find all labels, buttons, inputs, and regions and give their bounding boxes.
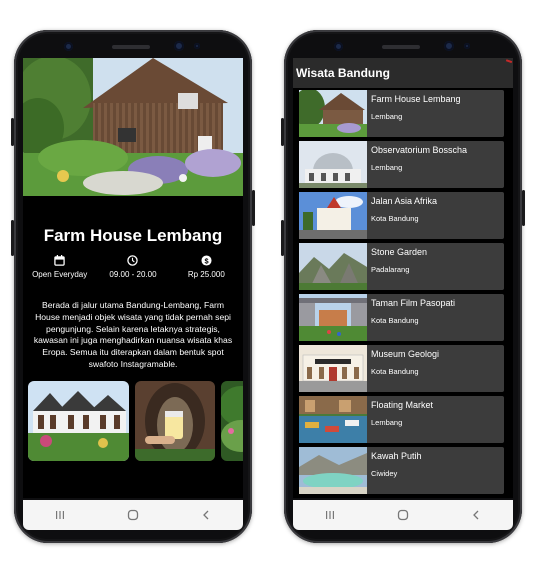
home-icon [127,509,139,521]
list-item-name: Kawah Putih [371,451,422,461]
list-item-name: Floating Market [371,400,434,410]
app-bar-title: Wisata Bandung [293,58,513,88]
back-button[interactable] [186,505,226,525]
list-item-name: Jalan Asia Afrika [371,196,438,206]
list-item-location: Kota Bandung [371,316,419,325]
recent-apps-button[interactable] [40,505,80,525]
info-price: $ Rp 25.000 [171,255,241,279]
info-hours: 09.00 - 20.00 [98,255,168,279]
home-icon [397,509,409,521]
volume-button [11,118,14,146]
list-screen: Wisata Bandung Farm House Lembang Lemban… [293,58,513,498]
back-button[interactable] [456,505,496,525]
recent-apps-icon [55,511,64,519]
place-thumbnail [299,192,367,239]
place-list[interactable]: Farm House Lembang Lembang Observatorium… [299,90,507,498]
iris-sensor-icon [444,41,454,51]
info-row: Open Everyday 09.00 - 20.00 $ Rp 25.000 [23,255,243,279]
place-thumbnail [299,243,367,290]
list-item-name: Farm House Lembang [371,94,461,104]
bixby-button [281,220,284,256]
back-icon [203,510,209,520]
phone-list: Wisata Bandung Farm House Lembang Lemban… [281,30,525,543]
gallery-strip[interactable] [28,381,243,461]
hours-text: 09.00 - 20.00 [109,270,157,279]
calendar-icon [54,255,65,266]
price-text: Rp 25.000 [187,270,225,279]
volume-button [281,118,284,146]
list-item-name: Observatorium Bosscha [371,145,468,155]
list-item-location: Lembang [371,112,403,121]
bixby-button [11,220,14,256]
open-days-text: Open Everyday [32,270,88,279]
gallery-image[interactable] [135,381,215,461]
power-button [252,190,255,226]
description: Berada di jalur utama Bandung-Lembang, F… [33,300,233,369]
list-item-location: Padalarang [371,265,410,274]
detail-screen: Farm House Lembang Open Everyday 09.00 -… [23,58,243,498]
place-title: Farm House Lembang [43,226,223,245]
front-camera-icon [334,42,343,51]
dollar-icon: $ [201,255,212,266]
gallery-image[interactable] [221,381,243,461]
list-item-name: Stone Garden [371,247,428,257]
list-item[interactable]: Jalan Asia Afrika Kota Bandung [299,192,504,239]
power-button [522,190,525,226]
list-item-name: Museum Geologi [371,349,440,359]
speaker-grille [382,45,420,49]
list-item[interactable]: Floating Market Lembang [299,396,504,443]
info-open-days: Open Everyday [25,255,95,279]
home-button[interactable] [113,505,153,525]
clock-icon [127,255,139,266]
front-camera-icon [64,42,73,51]
list-item-name: Taman Film Pasopati [371,298,456,308]
list-item[interactable]: Kawah Putih Ciwidey [299,447,504,494]
list-item-location: Ciwidey [371,469,398,478]
place-thumbnail [299,345,367,392]
place-thumbnail [299,396,367,443]
list-item[interactable]: Stone Garden Padalarang [299,243,504,290]
list-item-location: Lembang [371,163,403,172]
hero-image [23,58,243,196]
list-item[interactable]: Taman Film Pasopati Kota Bandung [299,294,504,341]
svg-text:$: $ [204,256,208,265]
system-nav-bar [293,500,513,530]
list-item[interactable]: Observatorium Bosscha Lembang [299,141,504,188]
iris-sensor-icon [174,41,184,51]
system-nav-bar [23,500,243,530]
list-item-location: Lembang [371,418,403,427]
proximity-sensor-icon [464,43,470,49]
list-item-location: Kota Bandung [371,214,419,223]
place-thumbnail [299,90,367,137]
gallery-image[interactable] [28,381,129,461]
list-item[interactable]: Farm House Lembang Lembang [299,90,504,137]
speaker-grille [112,45,150,49]
phone-detail: Farm House Lembang Open Everyday 09.00 -… [11,30,255,543]
back-icon [473,510,479,520]
place-thumbnail [299,141,367,188]
list-item-location: Kota Bandung [371,367,419,376]
place-thumbnail [299,294,367,341]
place-thumbnail [299,447,367,494]
recent-apps-button[interactable] [310,505,350,525]
home-button[interactable] [383,505,423,525]
proximity-sensor-icon [194,43,200,49]
list-item[interactable]: Museum Geologi Kota Bandung [299,345,504,392]
recent-apps-icon [325,511,334,519]
